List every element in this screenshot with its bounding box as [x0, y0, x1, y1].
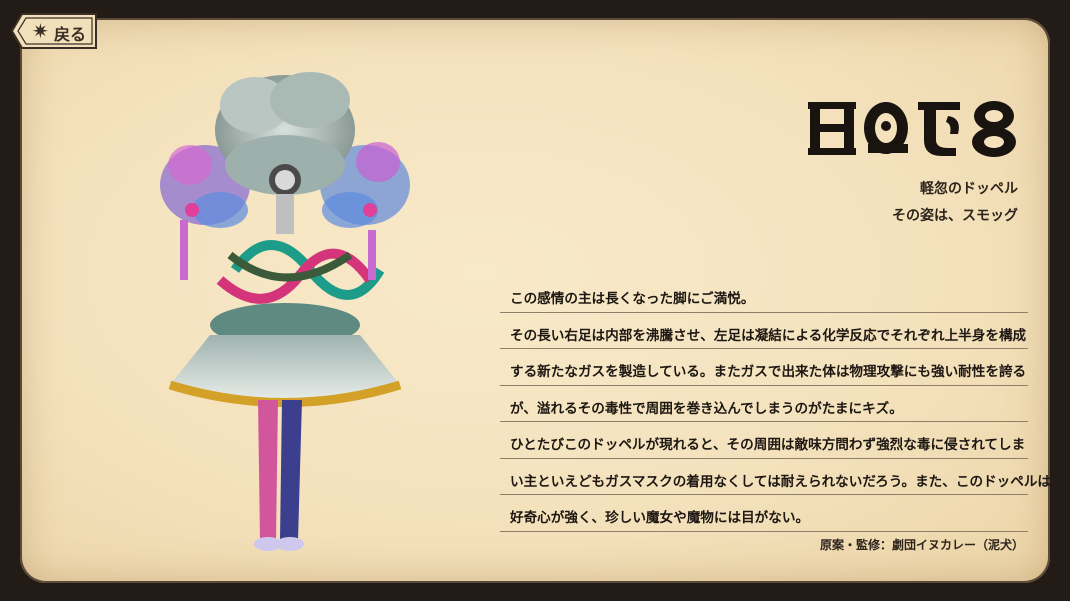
doppel-illustration [160, 72, 410, 551]
back-label: 戻る [54, 25, 87, 44]
description-block: この感情の主は長くなった脚にご満悦。 その長い右足は内部を沸騰させ、左足は凝結に… [500, 276, 1051, 532]
credit-text: 原案・監修：劇団イヌカレー（泥犬） [819, 538, 1024, 552]
description-line: 好奇心が強く、珍しい魔女や魔物には目がない。 [500, 495, 1028, 532]
description-line: が、溢れるその毒性で周囲を巻き込んでしまうのがたまにキズ。 [500, 386, 1028, 422]
description-line: する新たなガスを製造している。またガスで出来た体は物理攻撃にも強い耐性を誇る [500, 349, 1028, 386]
back-button[interactable]: ✷ 戻る [8, 10, 100, 52]
description-line: ひとたびこのドッペルが現れると、その周囲は敵味方問わず強烈な毒に侵されてしま [500, 422, 1028, 459]
description-line: その長い右足は内部を沸騰させ、左足は凝結による化学反応でそれぞれ上半身を構成 [500, 313, 1028, 349]
doppel-subtitle: その姿は、スモッグ [892, 208, 1018, 224]
description-line: この感情の主は長くなった脚にご満悦。 [500, 276, 1028, 313]
sparkle-icon: ✷ [32, 19, 49, 43]
doppel-name-glyphs [808, 101, 1016, 157]
doppel-title: 軽忽のドッペル [920, 181, 1018, 197]
description-line: い主といえどもガスマスクの着用なくしては耐えられないだろう。また、このドッペルは [500, 459, 1051, 495]
